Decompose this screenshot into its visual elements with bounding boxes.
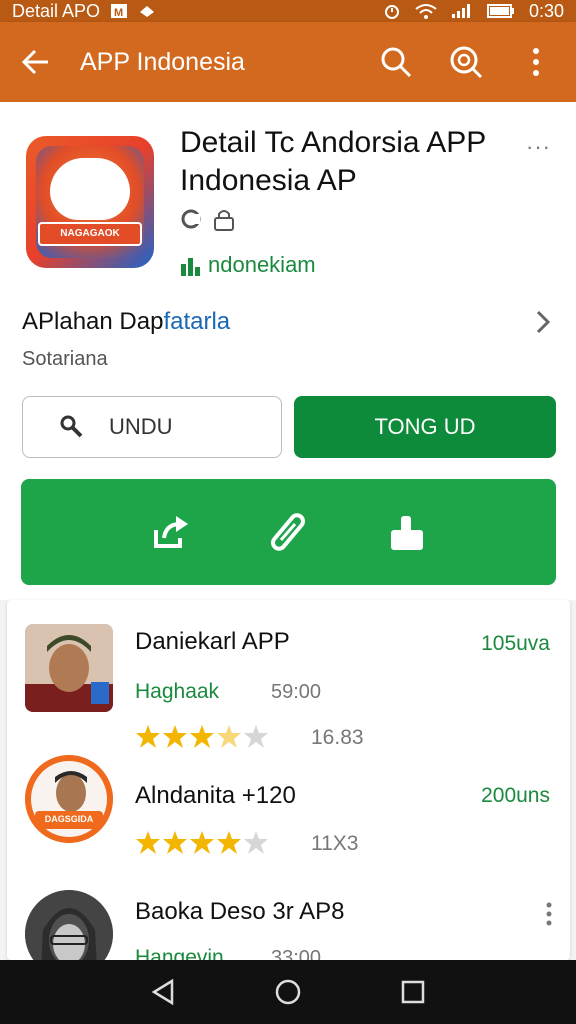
more-vert-icon [533,48,539,76]
app-icon: NAGAGAOK [26,136,154,268]
action-bar [21,479,556,585]
back-button[interactable] [0,22,72,102]
signal-icon [451,3,473,19]
share-button[interactable] [146,508,194,556]
installs-label: ndonekiam [208,252,316,277]
nav-back-icon [151,978,173,1006]
item-rating: 16.83 [311,726,364,749]
item-name: Baoka Deso 3r AP8 [135,898,345,925]
avatar: DAGSGIDA [25,755,113,843]
status-time: 0:30 [528,0,564,21]
zoom-search-icon [450,46,483,79]
list-item[interactable]: DAGSGIDA Alndanita +120 200uns 11X3 [7,750,570,880]
stars-icon [136,831,268,854]
installs-row: ndonekiam [180,252,316,278]
status-left-text: Detail APO [12,0,101,21]
chevron-right-icon[interactable] [532,308,554,341]
nav-home-icon [275,979,301,1005]
nav-home-button[interactable] [266,970,310,1014]
section-title[interactable]: APlahan Dapfatarla [22,308,230,336]
star-rating [135,724,271,750]
item-name: Daniekarl APP [135,628,290,655]
section-title-link: fatarla [163,308,231,335]
item-name: Alndanita +120 [135,782,296,809]
tong-ud-button[interactable]: TONG UD [294,396,556,458]
search-icon [381,47,412,78]
item-rating: 11X3 [311,832,359,855]
nav-recents-button[interactable] [391,970,435,1014]
undu-button-label: UNDU [109,414,173,439]
battery-icon [486,3,515,19]
notification-bird-icon [138,3,156,19]
status-bar: Detail APO M 0:30 [0,0,576,22]
more-horiz-icon[interactable]: ··· [526,134,551,160]
item-time: 33:00 [271,947,322,960]
bar-chart-icon [181,258,200,276]
nav-recents-icon [402,980,425,1004]
item-more-button[interactable] [546,902,552,931]
overflow-menu-button[interactable] [516,42,556,82]
paperclip-icon [271,513,306,551]
item-tag: Hangevin [135,946,224,960]
search-button[interactable] [376,42,416,82]
system-nav-bar [0,960,576,1024]
avatar [25,624,113,712]
notification-app-icon: M [110,3,128,19]
app-bar-title: APP Indonesia [80,47,245,76]
item-size: 200uns [481,784,550,807]
thumb-up-icon [390,516,423,550]
nav-back-button[interactable] [141,970,185,1014]
avatar [25,890,113,960]
wifi-icon [415,3,437,19]
list-item[interactable]: Daniekarl APP 105uva Haghaak 59:00 16.83 [7,600,570,750]
item-time: 59:00 [271,681,322,703]
star-rating [135,830,271,856]
item-tag: Haghaak [135,680,220,703]
app-meta-icons [180,207,236,231]
app-icon-banner: NAGAGAOK [38,222,142,246]
like-button[interactable] [383,508,431,556]
svg-text:M: M [114,7,123,19]
section-subtitle: Sotariana [22,348,108,370]
section-title-main: APlahan Dap [22,308,164,335]
undu-button[interactable]: UNDU [22,396,282,458]
voice-search-button[interactable] [446,42,486,82]
list-item[interactable]: Baoka Deso 3r AP8 Hangevin 33:00 [7,880,570,960]
item-size: 105uva [481,632,550,655]
stars-icon [136,725,268,748]
avatar-badge: DAGSGIDA [44,814,94,824]
back-arrow-icon [21,49,48,75]
alarm-icon [383,2,401,20]
search-icon [60,415,83,438]
screen: Detail APO M 0:30 APP Indonesia NAGAGAOK… [0,0,576,1024]
tong-ud-button-label: TONG UD [374,414,476,439]
share-icon [154,516,189,548]
app-bar: APP Indonesia [0,22,576,102]
related-apps-list: Daniekarl APP 105uva Haghaak 59:00 16.83 [7,600,570,960]
content-rating-icon [181,209,201,229]
app-title: Detail Tc Andorsia APP Indonesia AP [180,126,486,197]
attach-button[interactable] [264,508,312,556]
more-vert-icon [546,902,552,926]
lock-icon [214,210,234,231]
